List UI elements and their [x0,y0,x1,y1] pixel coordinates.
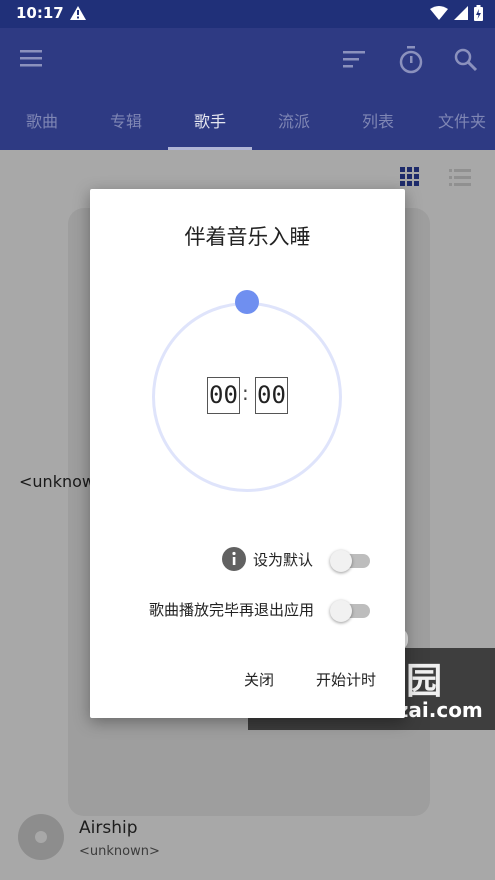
exit-after-song-toggle[interactable] [330,600,370,622]
tab-playlists[interactable]: 列表 [336,94,420,150]
tab-artists[interactable]: 歌手 [168,94,252,150]
signal-icon [454,6,468,20]
tab-genres[interactable]: 流派 [252,94,336,150]
grid-view-icon[interactable] [400,167,420,191]
tab-albums[interactable]: 专辑 [84,94,168,150]
set-default-label: 设为默认 [253,551,314,569]
battery-icon [474,5,483,21]
info-icon[interactable] [222,547,246,575]
sleep-timer-icon[interactable] [398,46,424,78]
search-icon[interactable] [454,48,478,76]
close-button[interactable]: 关闭 [244,669,274,690]
tab-songs[interactable]: 歌曲 [0,94,84,150]
menu-icon[interactable] [20,50,44,72]
tab-bar: 歌曲 专辑 歌手 流派 列表 文件夹 [0,94,495,150]
timer-separator: : [242,381,249,405]
set-default-row: 设为默认 [90,545,405,575]
exit-after-song-label: 歌曲播放完毕再退出应用 [148,601,314,619]
timer-minutes[interactable]: 00 [255,377,288,414]
app-bar [0,28,495,94]
dialog-title: 伴着音乐入睡 [184,225,311,249]
disc-icon [18,814,64,860]
sort-icon[interactable] [343,50,367,72]
status-time: 10:17 [16,4,64,22]
start-timer-button[interactable]: 开始计时 [316,669,376,690]
status-bar: 10:17 [0,0,495,28]
dial-knob[interactable] [235,290,259,314]
warning-icon [70,5,86,24]
tab-folders[interactable]: 文件夹 [420,94,495,150]
wifi-icon [430,6,448,20]
song-title[interactable]: Airship [79,818,138,838]
exit-after-song-row: 歌曲播放完毕再退出应用 [90,595,405,625]
sleep-timer-dialog: 伴着音乐入睡 00 : 00 设为默认 歌曲播放完毕再退出应用 关闭 开始计时 [90,189,405,718]
set-default-toggle[interactable] [330,550,370,572]
status-icons [430,5,483,21]
timer-hours[interactable]: 00 [207,377,240,414]
list-view-icon[interactable] [449,169,471,191]
song-artist: <unknown> [79,844,160,859]
